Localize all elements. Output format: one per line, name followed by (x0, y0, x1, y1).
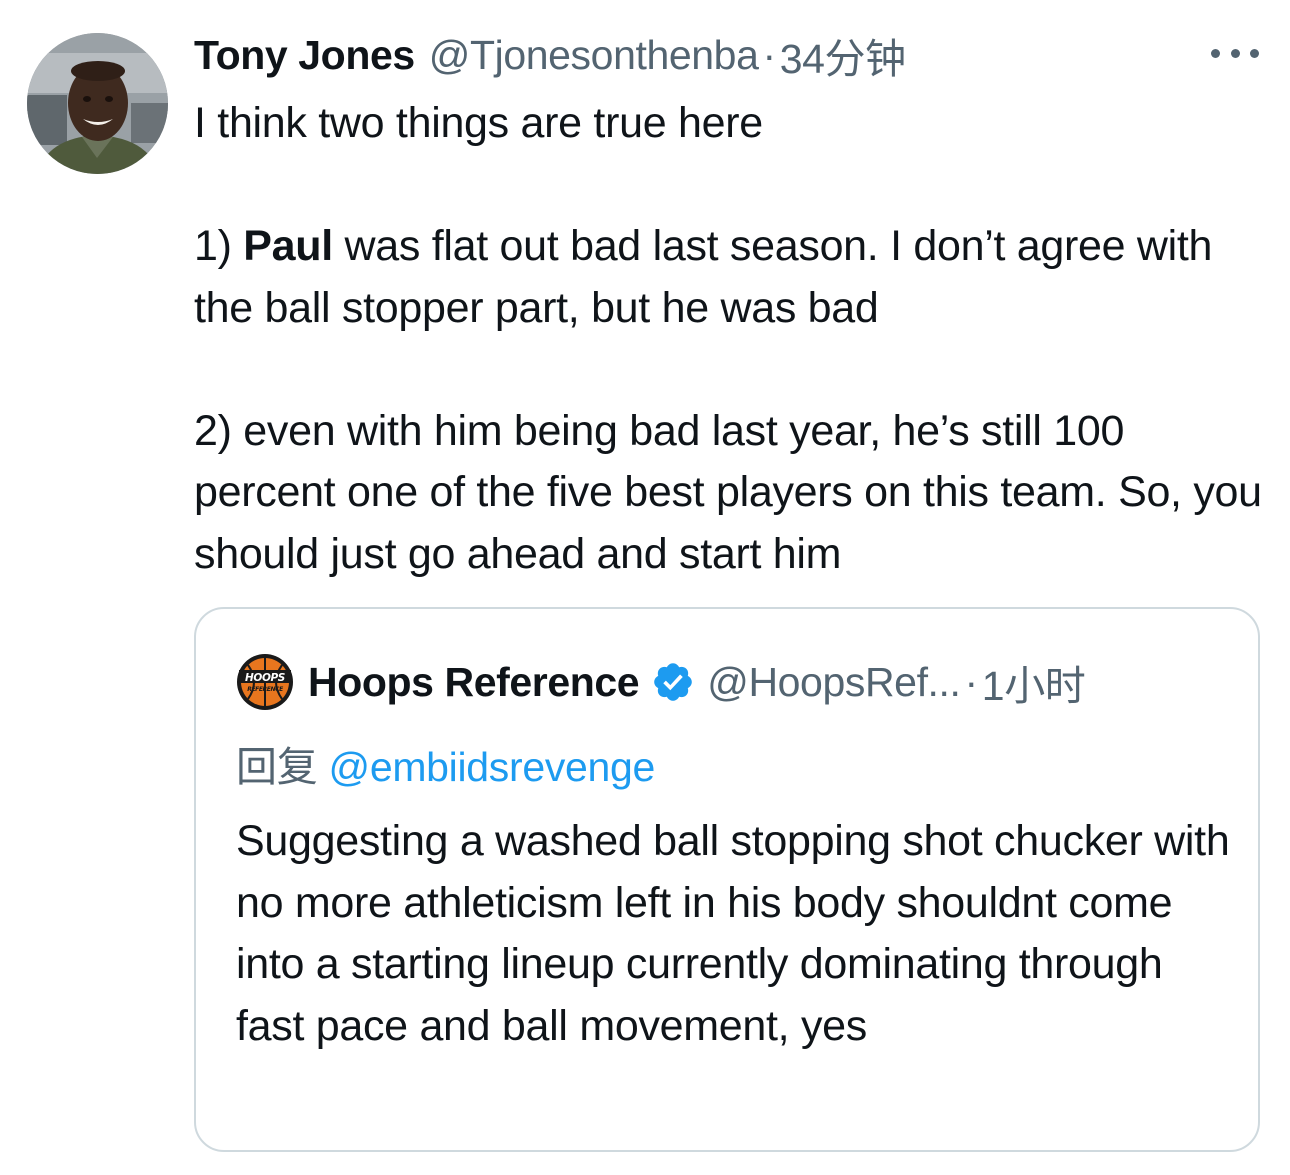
logo-subtext: REFERENCE (247, 686, 284, 693)
point1-prefix: 1) (194, 222, 244, 270)
quoted-tweet-header: HOOPS REFERENCE Hoops Reference @HoopsRe… (236, 653, 1086, 711)
author-name[interactable]: Tony Jones (194, 32, 415, 79)
quoted-tweet-text: Suggesting a washed ball stopping shot c… (236, 817, 1230, 1050)
reply-prefix: 回复 (236, 744, 318, 790)
replying-to-line: 回复 @embiidsrevenge (236, 739, 655, 795)
quoted-author-handle: @HoopsRef... (707, 658, 961, 705)
tweet-timestamp[interactable]: 34分钟 (780, 25, 906, 85)
header-separator: · (762, 31, 776, 78)
tweet-point-1: 1) Paul was flat out bad last season. I … (194, 216, 1264, 339)
more-horizontal-icon[interactable] (1211, 38, 1259, 68)
user-avatar-photo (27, 33, 168, 174)
verified-badge-icon (654, 663, 693, 701)
quoted-tweet-card[interactable]: HOOPS REFERENCE Hoops Reference @HoopsRe… (194, 607, 1260, 1152)
point1-bold-name: Paul (243, 222, 333, 270)
point1-rest: was flat out bad last season. I don’t ag… (194, 222, 1213, 332)
tweet-point-2: 2) even with him being bad last year, he… (194, 406, 1262, 578)
quoted-tweet-timestamp: 1小时 (981, 663, 1086, 709)
author-avatar[interactable] (27, 33, 168, 174)
author-handle[interactable]: @Tjonesonthenba (429, 32, 759, 79)
tweet-line-intro: I think two things are true here (194, 99, 763, 147)
logo-text: HOOPS (245, 672, 285, 684)
hoops-reference-logo: HOOPS REFERENCE (236, 653, 294, 711)
reply-mention-link[interactable]: @embiidsrevenge (329, 744, 656, 790)
quoted-header-separator: · (964, 658, 979, 705)
quoted-author-name: Hoops Reference (308, 658, 640, 705)
tweet-text: I think two things are true here 1) Paul… (194, 93, 1264, 585)
tweet-header: Tony Jones @Tjonesonthenba · 34分钟 (194, 30, 906, 83)
